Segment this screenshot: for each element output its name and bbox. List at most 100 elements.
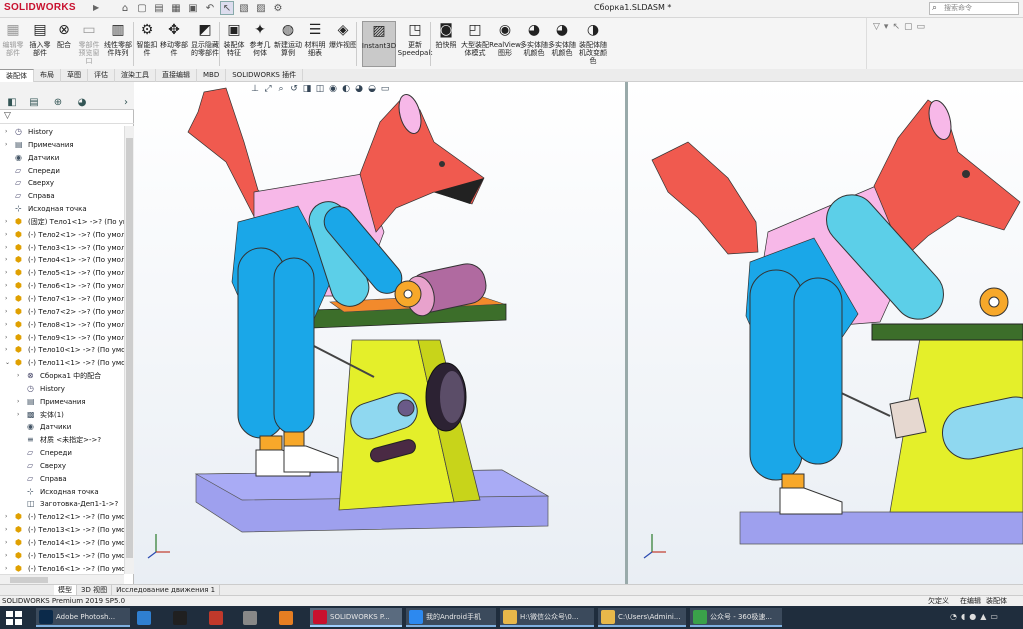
expand-arrow-icon[interactable]: › — [17, 409, 23, 422]
expand-arrow-icon[interactable]: › — [5, 242, 11, 255]
tree-item[interactable]: › ⬢ (-) Тело10<1> ->? (По умо — [0, 344, 124, 357]
scroll-thumb[interactable] — [126, 138, 133, 558]
ribbon-button-motion-study[interactable]: ◍ 新建运动算例 — [274, 21, 302, 67]
tree-item[interactable]: ⊹ Исходная точка — [0, 486, 124, 499]
expand-arrow-icon[interactable]: › — [17, 396, 23, 409]
hide-show-icon[interactable]: ◐ — [341, 84, 351, 94]
view-options-icon[interactable]: ▢ — [904, 22, 913, 32]
open-icon[interactable]: ▤ — [152, 1, 166, 15]
tree-item[interactable]: › ⬢ (-) Тело13<1> ->? (По умо — [0, 524, 124, 537]
tree-item[interactable]: ◉ Датчики — [0, 152, 124, 165]
tree-item[interactable]: › ⬢ (-) Тело5<1> ->? (По умол — [0, 267, 124, 280]
ribbon-button-snapshot[interactable]: ◙ 拍快照 — [433, 21, 459, 67]
taskbar-item[interactable] — [170, 608, 196, 627]
taskbar-item[interactable] — [240, 608, 266, 627]
tree-item[interactable]: › ⬢ (-) Тело15<1> ->? (По умо — [0, 550, 124, 563]
config-manager-icon[interactable]: ⊕ — [50, 95, 66, 109]
windows-start-icon[interactable] — [4, 609, 24, 626]
ribbon-button-random-color[interactable]: ◕ 多实体随机颜色 — [520, 21, 548, 67]
expand-arrow-icon[interactable]: › — [5, 267, 11, 280]
tree-item[interactable]: ▱ Сверху — [0, 177, 124, 190]
ribbon-button-random-color-2[interactable]: ◕ 多实体随机颜色 — [548, 21, 576, 67]
chevron-right-icon[interactable]: ▶ — [93, 3, 101, 14]
tree-item[interactable]: ⌄ ⬢ (-) Тело11<1> ->? (По умо — [0, 357, 124, 370]
solidworks-logo[interactable]: SOLIDWORKS — [4, 2, 76, 13]
ribbon-button-exploded-view[interactable]: ◈ 爆炸视图 — [328, 21, 358, 67]
ribbon-button-speedpak[interactable]: ◳ 更新Speedpak — [398, 21, 433, 67]
taskbar-item[interactable] — [134, 608, 160, 627]
expand-arrow-icon[interactable]: ⌄ — [5, 357, 11, 370]
tree-item[interactable]: ▱ Справа — [0, 190, 124, 203]
taskbar-item[interactable]: 我的Android手机 — [406, 608, 496, 627]
ribbon-button-linear-pattern[interactable]: ▥ 线性零部件阵列 — [102, 21, 134, 67]
rebuild-icon[interactable]: ▧ — [237, 1, 251, 15]
wechat-icon[interactable]: ● — [969, 612, 976, 621]
feature-tree-icon[interactable]: ◧ — [4, 95, 20, 109]
ribbon-button-component-preview[interactable]: ▭ 零部件预览窗口 — [76, 21, 102, 67]
expand-arrow-icon[interactable]: › — [5, 524, 11, 537]
tree-horizontal-scrollbar[interactable] — [0, 574, 124, 584]
tree-vertical-scrollbar[interactable] — [124, 126, 134, 574]
ribbon-button-show-hidden[interactable]: ◩ 显示隐藏的零部件 — [189, 21, 221, 67]
command-tab-1[interactable]: 布局 — [34, 69, 61, 82]
search-commands-input[interactable]: ⌕ 搜索命令 — [929, 2, 1019, 15]
taskbar-item[interactable] — [206, 608, 232, 627]
filter-icon[interactable]: ▽ — [873, 22, 880, 32]
ribbon-button-bom[interactable]: ☰ 材料明细表 — [302, 21, 328, 67]
tree-item[interactable]: › ⬢ (-) Тело16<1> ->? (По умо — [0, 563, 124, 574]
wifi-icon[interactable]: ◔ — [950, 612, 957, 621]
filter-icon[interactable]: ▽ — [4, 111, 11, 121]
tree-item[interactable]: › ◷ History — [0, 126, 124, 139]
ribbon-button-insert-component[interactable]: ▤ 插入零部件 — [28, 21, 52, 67]
display-style-icon[interactable]: ◉ — [328, 84, 338, 94]
tree-item[interactable]: › ▤ Примечания — [0, 139, 124, 152]
tree-item[interactable]: › ▤ Примечания — [0, 396, 124, 409]
print-icon[interactable]: ▣ — [186, 1, 200, 15]
tree-item[interactable]: ▱ Спереди — [0, 447, 124, 460]
tree-item[interactable]: ◫ Заготовка-Деп1-1->? — [0, 498, 124, 511]
tree-item[interactable]: › ⬢ (-) Тело7<1> ->? (По умол — [0, 293, 124, 306]
expand-arrow-icon[interactable]: › — [5, 319, 11, 332]
command-tab-0[interactable]: 装配体 — [0, 69, 34, 82]
tree-item[interactable]: ▱ Справа — [0, 473, 124, 486]
taskbar-item[interactable]: Adobe Photosh... — [36, 608, 130, 627]
tree-item[interactable]: ≡ 材质 <未指定>->? — [0, 434, 124, 447]
edit-appearance-icon[interactable]: ◕ — [354, 84, 364, 94]
tree-item[interactable]: ▱ Сверху — [0, 460, 124, 473]
file-properties-icon[interactable]: ▨ — [254, 1, 268, 15]
save-icon[interactable]: ▦ — [169, 1, 183, 15]
tree-item[interactable]: › ⬢ (-) Тело12<1> ->? (По умо — [0, 511, 124, 524]
command-tab-5[interactable]: 直接编辑 — [156, 69, 197, 82]
tree-item[interactable]: ◉ Датчики — [0, 421, 124, 434]
expand-arrow-icon[interactable]: › — [5, 139, 11, 152]
command-tab-3[interactable]: 评估 — [88, 69, 115, 82]
tree-item[interactable]: › ⬢ (-) Тело3<1> ->? (По умол — [0, 242, 124, 255]
command-tab-6[interactable]: MBD — [197, 69, 227, 82]
expand-arrow-icon[interactable]: › — [5, 511, 11, 524]
ribbon-button-mate[interactable]: ⊗ 配合 — [53, 21, 75, 67]
taskbar-item[interactable]: 公众号 - 360极速... — [690, 608, 782, 627]
monitor-icon[interactable]: ▭ — [380, 84, 390, 94]
expand-arrow-icon[interactable]: › — [5, 344, 11, 357]
ribbon-button-large-assembly[interactable]: ◰ 大型装配体模式 — [460, 21, 490, 67]
taskbar-item[interactable]: C:\Users\Admini... — [598, 608, 686, 627]
ribbon-button-reference-geometry[interactable]: ✦ 参考几何体 — [247, 21, 273, 67]
tree-item[interactable]: › ⬢ (-) Тело2<1> ->? (По умол — [0, 229, 124, 242]
ribbon-button-realview[interactable]: ◉ RealView图形 — [489, 21, 521, 67]
expand-arrow-icon[interactable]: › — [5, 216, 11, 229]
tree-item[interactable]: › ⬢ (-) Тело4<1> ->? (По умол — [0, 254, 124, 267]
taskbar-item[interactable]: SOLIDWORKS P... — [310, 608, 402, 627]
previous-view-icon[interactable]: ↺ — [289, 84, 299, 94]
ribbon-button-edit-component[interactable]: ▦ 编辑零部件 — [0, 21, 26, 67]
expand-arrow-icon[interactable]: › — [5, 254, 11, 267]
bottom-tab-0[interactable]: 模型 — [54, 585, 77, 595]
expand-arrow-icon[interactable]: › — [5, 332, 11, 345]
tree-item[interactable]: › ⬢ (-) Тело6<1> ->? (По умол — [0, 280, 124, 293]
bottom-tab-1[interactable]: 3D 视图 — [77, 585, 113, 595]
tree-item[interactable]: › ⬢ (-) Тело14<1> ->? (По умо — [0, 537, 124, 550]
ribbon-button-instant3d[interactable]: ▨ Instant3D — [362, 21, 396, 67]
options-icon[interactable]: ⚙ — [271, 1, 285, 15]
tree-item[interactable]: › ⬢ (-) Тело7<2> ->? (По умол — [0, 306, 124, 319]
expand-arrow-icon[interactable]: › — [5, 229, 11, 242]
expand-arrow-icon[interactable]: › — [5, 306, 11, 319]
